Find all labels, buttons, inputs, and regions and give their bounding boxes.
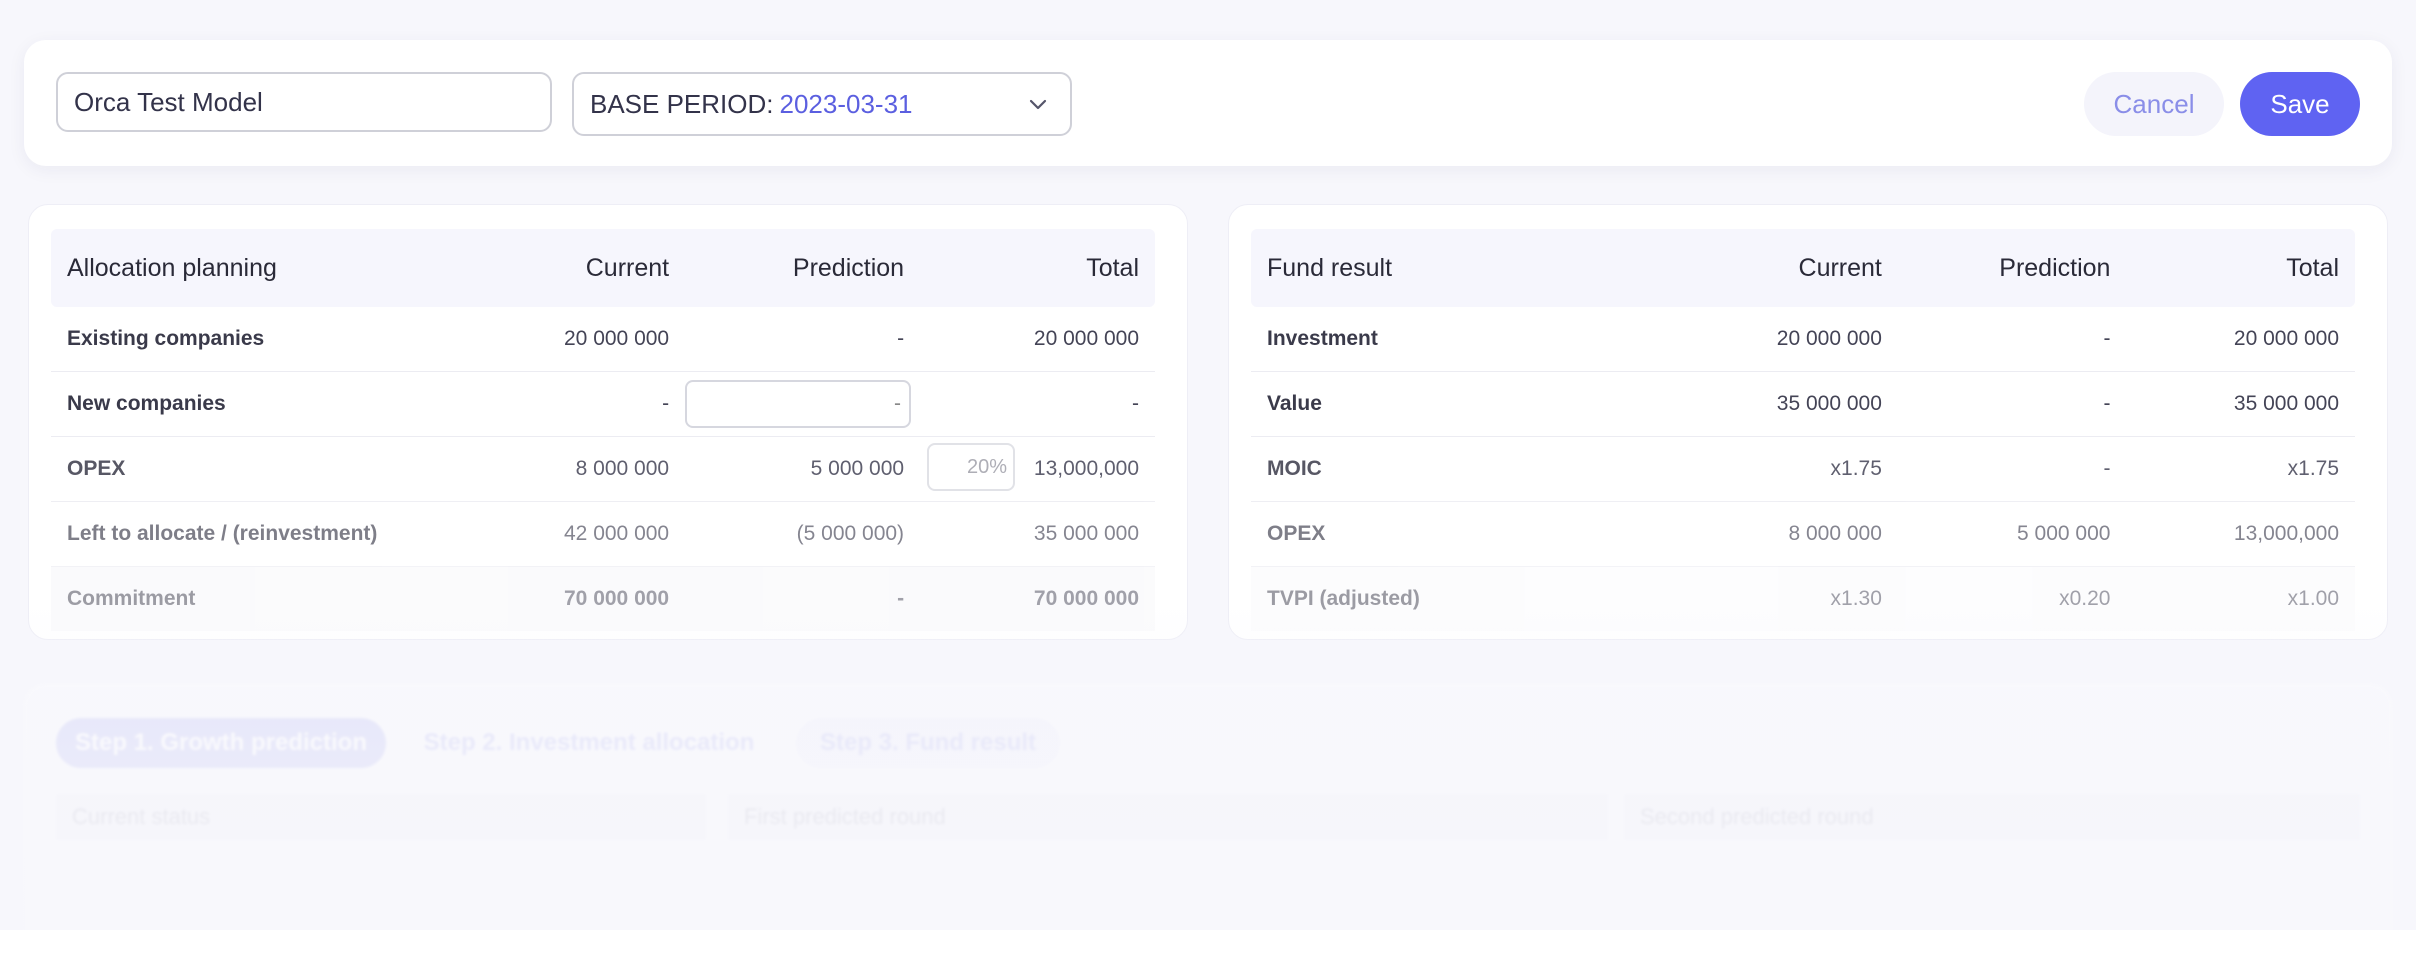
table-row: Commitment 70 000 000 - 70 000 000 [51,567,1155,631]
cell-total: x1.75 [2287,457,2340,480]
table-row: Left to allocate / (reinvestment) 42 000… [51,502,1155,567]
fund-result-table: Fund result Current Prediction Total Inv… [1251,229,2355,631]
table-header: Fund result Current Prediction Total [1251,229,2355,307]
row-label: OPEX [67,457,126,480]
header-prediction: Prediction [792,253,905,282]
row-label: Existing companies [67,327,265,350]
base-period-label: BASE PERIOD: [590,88,774,119]
cell-current: - [662,392,670,415]
table-row: Value 35 000 000 - 35 000 000 [1251,372,2355,437]
section-first-predicted-round: First predicted round [728,794,1608,840]
table-row: OPEX 8 000 000 5 000 000 13,000,000 20% [51,437,1155,502]
cell-total: 20 000 000 [2233,327,2340,350]
cell-total: 13,000,000 [2233,522,2340,545]
tab-step-1[interactable]: Step 1. Growth prediction [56,718,386,768]
row-label: Left to allocate / (reinvestment) [67,522,378,545]
cell-prediction: - [897,587,905,610]
tab-step-2[interactable]: Step 2. Investment allocation [414,718,764,768]
model-name-input[interactable] [56,72,552,132]
cell-prediction: - [2103,392,2111,415]
cell-total: 70 000 000 [1033,587,1140,610]
section-second-predicted-round: Second predicted round [1624,794,2360,840]
base-period-select[interactable]: BASE PERIOD: 2023-03-31 [572,72,1072,136]
cell-current: 20 000 000 [564,327,670,350]
row-label: TVPI (adjusted) [1267,587,1420,610]
chevron-down-icon [1029,99,1047,110]
header-allocation-planning: Allocation planning [67,253,277,282]
save-button[interactable]: Save [2240,72,2360,136]
cell-current: 35 000 000 [1776,392,1882,415]
table-row: Investment 20 000 000 - 20 000 000 [1251,307,2355,372]
bottom-edge [0,930,2416,968]
row-label: Investment [1267,327,1378,350]
cell-current: 8 000 000 [575,457,670,480]
new-companies-prediction-input[interactable]: - [685,380,911,428]
cell-prediction: - [2103,327,2111,350]
cell-prediction: x0.20 [2059,587,2111,610]
growth-prediction-section: Step 1. Growth prediction Step 2. Invest… [24,684,2392,968]
opex-percent-input[interactable]: 20% [927,443,1015,491]
header-current: Current [585,253,670,282]
row-label: Value [1267,392,1322,415]
cell-total: 35 000 000 [2233,392,2340,415]
cell-prediction: - [2103,457,2111,480]
base-period-value: 2023-03-31 [779,88,913,119]
header-total: Total [2286,253,2340,282]
table-row: TVPI (adjusted) x1.30 x0.20 x1.00 [1251,567,2355,631]
cell-current: 42 000 000 [564,522,670,545]
table-row: Existing companies 20 000 000 - 20 000 0… [51,307,1155,372]
row-label: Commitment [67,587,196,610]
header-total: Total [1086,253,1140,282]
table-row: OPEX 8 000 000 5 000 000 13,000,000 [1251,502,2355,567]
cell-total: x1.00 [2287,587,2340,610]
cell-prediction: (5 000 000) [796,522,905,545]
allocation-table: Allocation planning Current Prediction T… [51,229,1155,631]
table-row: New companies - - - [51,372,1155,437]
cell-current: 70 000 000 [564,587,670,610]
table-row: MOIC x1.75 - x1.75 [1251,437,2355,502]
cell-total: - [1132,392,1140,415]
cell-prediction: - [897,327,905,350]
row-label: OPEX [1267,522,1326,545]
cell-current: x1.75 [1830,457,1882,480]
cell-total: 20 000 000 [1033,327,1140,350]
cell-prediction: 5 000 000 [810,457,905,480]
fund-result-panel: Fund result Current Prediction Total Inv… [1228,204,2388,640]
table-header: Allocation planning Current Prediction T… [51,229,1155,307]
cell-current: 8 000 000 [1788,522,1882,545]
cell-total: 35 000 000 [1033,522,1140,545]
cancel-button[interactable]: Cancel [2084,72,2224,136]
allocation-planning-panel: Allocation planning Current Prediction T… [28,204,1188,640]
row-label: MOIC [1267,457,1322,480]
cell-current: 20 000 000 [1776,327,1882,350]
header-current: Current [1798,253,1882,282]
row-label: New companies [67,392,226,415]
section-current-status: Current status [56,794,706,840]
tab-step-3[interactable]: Step 3. Fund result [796,718,1060,768]
cell-current: x1.30 [1830,587,1882,610]
model-toolbar: BASE PERIOD: 2023-03-31 Cancel Save [24,40,2392,166]
header-fund-result: Fund result [1267,253,1393,282]
cell-prediction: 5 000 000 [2017,522,2111,545]
header-prediction: Prediction [1999,253,2111,282]
